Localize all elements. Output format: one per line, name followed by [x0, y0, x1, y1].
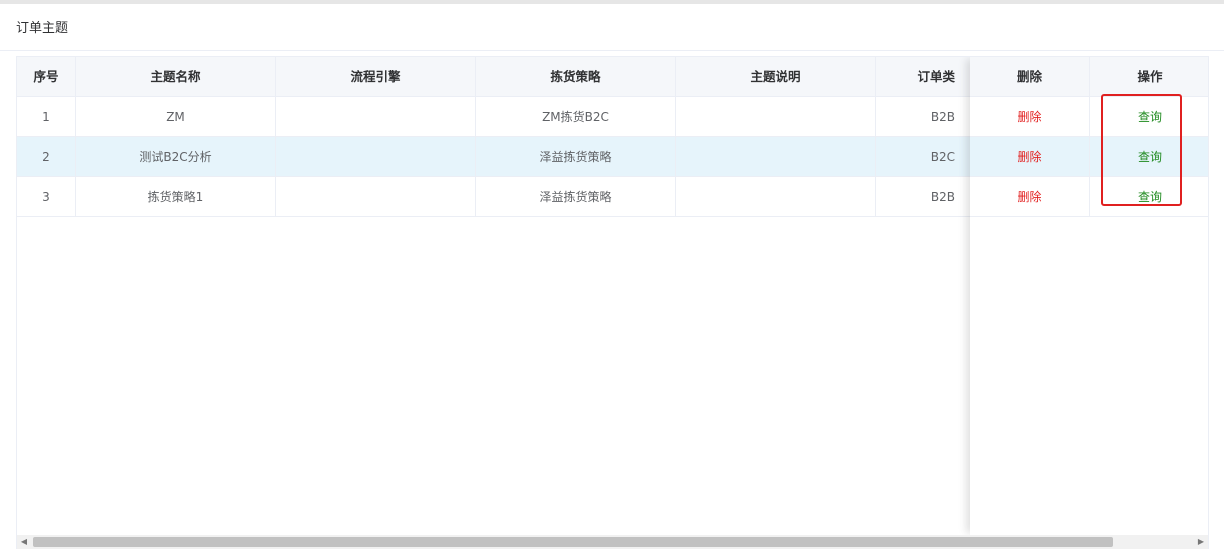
- query-link[interactable]: 查询: [1138, 150, 1162, 164]
- fixed-row: 删除 查询: [970, 137, 1208, 177]
- header-index: 序号: [17, 57, 76, 97]
- triangle-left-icon[interactable]: ◀: [17, 535, 31, 549]
- scrollbar-thumb[interactable]: [33, 537, 1113, 547]
- cell-strategy: 泽益拣货策略: [476, 177, 676, 217]
- triangle-right-icon[interactable]: ▶: [1194, 535, 1208, 549]
- order-theme-table: 序号 主题名称 流程引擎 拣货策略 主题说明 订单类 1 ZM ZM拣货B2C …: [16, 56, 1209, 549]
- top-border: [0, 0, 1224, 4]
- fixed-header-row: 删除 操作: [970, 57, 1208, 97]
- table-row: 3 拣货策略1 泽益拣货策略 B2B: [17, 177, 1076, 217]
- cell-desc: [676, 137, 876, 177]
- cell-desc: [676, 97, 876, 137]
- header-desc: 主题说明: [676, 57, 876, 97]
- cell-flow: [276, 137, 476, 177]
- delete-link[interactable]: 删除: [1017, 150, 1041, 164]
- cell-index: 3: [17, 177, 76, 217]
- cell-strategy: ZM拣货B2C: [476, 97, 676, 137]
- cell-strategy: 泽益拣货策略: [476, 137, 676, 177]
- horizontal-scrollbar[interactable]: ◀ ▶: [17, 535, 1208, 549]
- delete-link[interactable]: 删除: [1017, 110, 1041, 124]
- cell-index: 1: [17, 97, 76, 137]
- cell-desc: [676, 177, 876, 217]
- table-header-row: 序号 主题名称 流程引擎 拣货策略 主题说明 订单类: [17, 57, 1076, 97]
- query-link[interactable]: 查询: [1138, 110, 1162, 124]
- fixed-row: 删除 查询: [970, 177, 1208, 217]
- header-name: 主题名称: [76, 57, 276, 97]
- cell-index: 2: [17, 137, 76, 177]
- cell-name: 拣货策略1: [76, 177, 276, 217]
- cell-flow: [276, 97, 476, 137]
- header-flow: 流程引擎: [276, 57, 476, 97]
- query-link[interactable]: 查询: [1138, 190, 1162, 204]
- cell-name: ZM: [76, 97, 276, 137]
- divider: [0, 50, 1224, 51]
- header-action: 操作: [1090, 57, 1208, 97]
- table-row: 2 测试B2C分析 泽益拣货策略 B2C: [17, 137, 1076, 177]
- header-strategy: 拣货策略: [476, 57, 676, 97]
- panel-title: 订单主题: [16, 21, 69, 36]
- table-row: 1 ZM ZM拣货B2C B2B: [17, 97, 1076, 137]
- fixed-row: 删除 查询: [970, 97, 1208, 137]
- header-delete: 删除: [970, 57, 1090, 97]
- delete-link[interactable]: 删除: [1017, 190, 1041, 204]
- cell-name: 测试B2C分析: [76, 137, 276, 177]
- fixed-right-columns: 删除 操作 删除 查询 删除 查询 删除 查询: [970, 57, 1208, 535]
- cell-flow: [276, 177, 476, 217]
